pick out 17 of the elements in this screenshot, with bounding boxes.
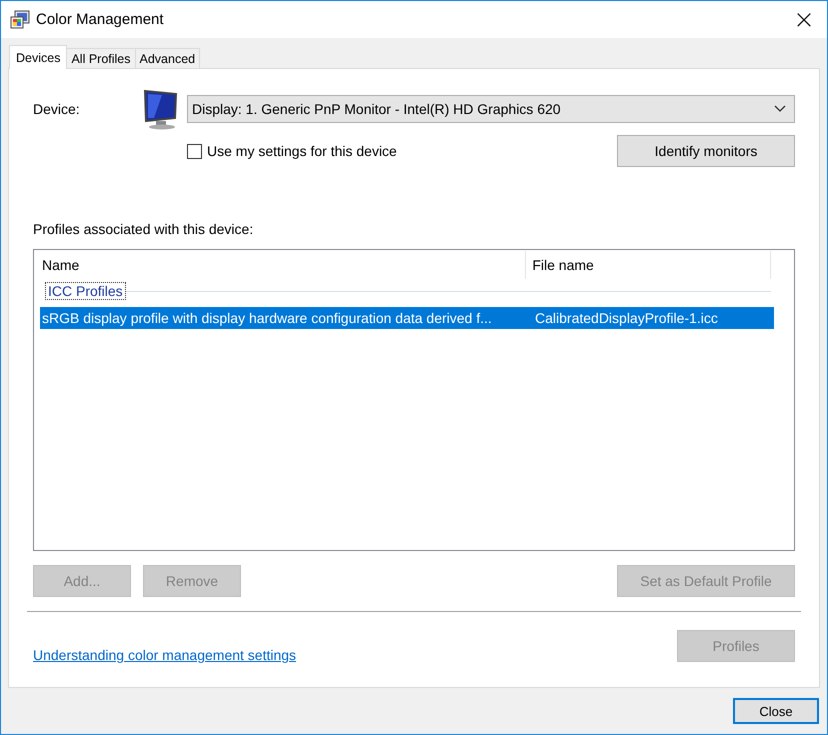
profiles-label: Profiles associated with this device: <box>33 221 254 237</box>
help-link[interactable]: Understanding color management settings <box>33 647 296 663</box>
color-monitor-icon <box>10 10 30 30</box>
close-dialog-button[interactable]: Close <box>733 698 819 724</box>
close-button[interactable]: × <box>781 2 827 38</box>
window-title: Color Management <box>36 11 165 28</box>
group-header[interactable]: ICC Profiles <box>45 282 126 300</box>
chevron-down-icon <box>774 105 786 113</box>
device-label: Device: <box>33 101 81 117</box>
use-settings-checkbox[interactable]: Use my settings for this device <box>187 143 397 159</box>
tab[interactable]: Devices <box>9 45 68 69</box>
column-header[interactable]: File name <box>525 251 771 279</box>
column-header[interactable]: Name <box>40 251 526 279</box>
device-dropdown[interactable]: Display: 1. Generic PnP Monitor - Intel(R) HD Graphics 620 <box>187 95 795 123</box>
identify-monitors-button[interactable]: Identify monitors <box>617 135 795 167</box>
tab[interactable]: Advanced <box>134 48 200 68</box>
profile-row[interactable]: sRGB display profile with display hardware configuration data derived f... CalibratedDisplayProfile-1.icc <box>40 307 774 329</box>
